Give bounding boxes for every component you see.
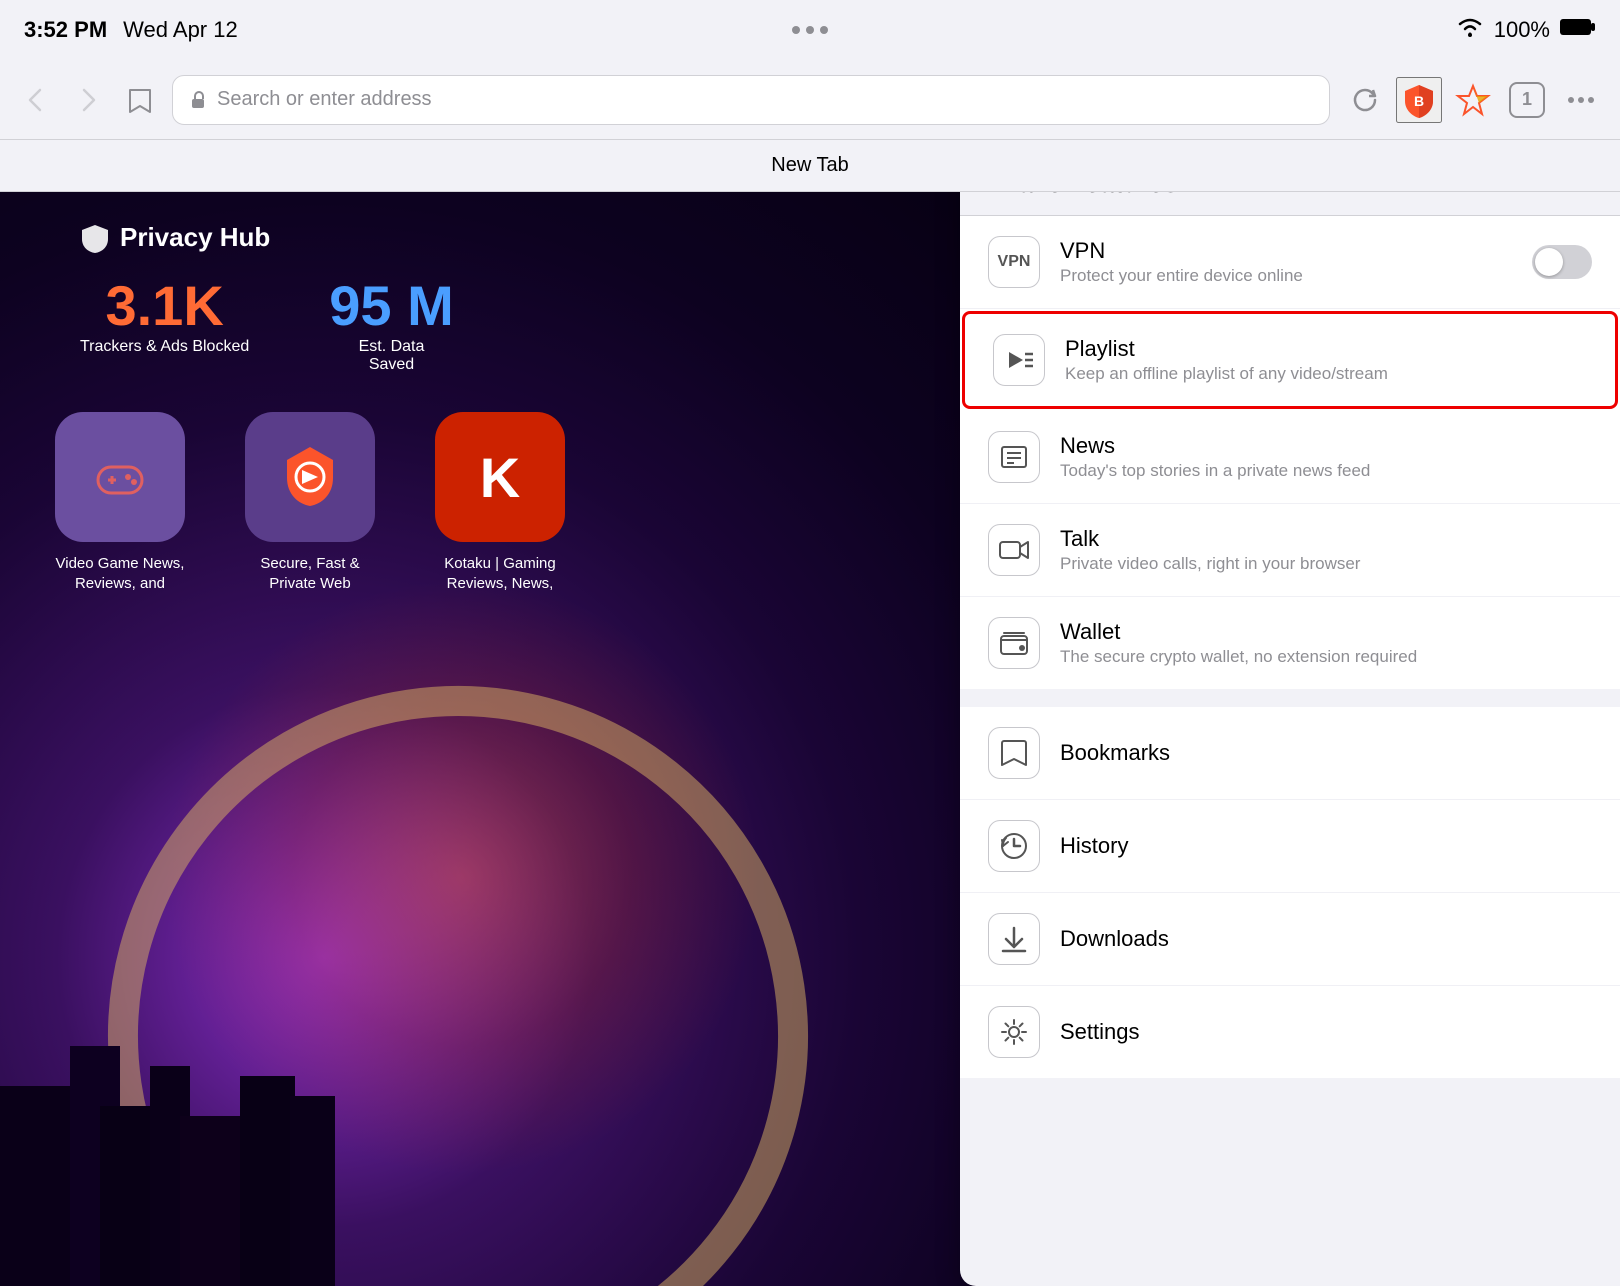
address-bar: Search or enter address B 1 (0, 60, 1620, 140)
brave-rewards-button[interactable] (1450, 77, 1496, 123)
settings-title: Settings (1060, 1019, 1592, 1045)
bookmark-label-2: Secure, Fast &Private Web (230, 554, 390, 593)
search-placeholder: Search or enter address (217, 88, 1313, 111)
playlist-text: Playlist Keep an offline playlist of any… (1065, 336, 1587, 384)
settings-text: Settings (1060, 1019, 1592, 1045)
back-button[interactable] (16, 80, 56, 120)
privacy-hub-title: Privacy Hub (80, 222, 454, 253)
menu-item-downloads[interactable]: Downloads (960, 893, 1620, 986)
browser-content: Privacy Hub 3.1K Trackers & Ads Blocked … (0, 192, 1080, 1286)
bookmark-item-1[interactable]: Video Game News, Reviews, and (40, 412, 200, 593)
stats-row: 3.1K Trackers & Ads Blocked 95 M Est. Da… (80, 273, 454, 374)
dot3 (820, 26, 828, 34)
status-date: Wed Apr 12 (123, 17, 238, 43)
general-section: Bookmarks History Downloads (960, 707, 1620, 1078)
talk-title: Talk (1060, 526, 1592, 552)
menu-item-vpn[interactable]: VPN VPN Protect your entire device onlin… (960, 216, 1620, 309)
section-divider (960, 689, 1620, 707)
menu-item-news[interactable]: News Today's top stories in a private ne… (960, 411, 1620, 504)
playlist-subtitle: Keep an offline playlist of any video/st… (1065, 364, 1587, 384)
history-title: History (1060, 833, 1592, 859)
news-text: News Today's top stories in a private ne… (1060, 433, 1592, 481)
menu-item-settings[interactable]: Settings (960, 986, 1620, 1078)
menu-item-talk[interactable]: Talk Private video calls, right in your … (960, 504, 1620, 597)
bookmark-icon-1 (55, 412, 185, 542)
talk-subtitle: Private video calls, right in your brows… (1060, 554, 1592, 574)
trackers-value: 3.1K (80, 273, 249, 338)
downloads-icon (988, 913, 1040, 965)
bookmarks-menu-title: Bookmarks (1060, 740, 1592, 766)
data-value: 95 M (329, 273, 454, 338)
wifi-icon (1456, 16, 1484, 44)
forward-button[interactable] (68, 80, 108, 120)
bookmark-item-3[interactable]: K Kotaku | Gaming Reviews, News, (420, 412, 580, 593)
news-icon (988, 431, 1040, 483)
wallet-text: Wallet The secure crypto wallet, no exte… (1060, 619, 1592, 667)
bookmark-label-1: Video Game News, Reviews, and (40, 554, 200, 593)
status-bar: 3:52 PM Wed Apr 12 100% (0, 0, 1620, 60)
settings-icon (988, 1006, 1040, 1058)
menu-item-bookmarks[interactable]: Bookmarks (960, 707, 1620, 800)
data-label: Est. DataSaved (329, 338, 454, 374)
vpn-subtitle: Protect your entire device online (1060, 266, 1512, 286)
privacy-hub: Privacy Hub 3.1K Trackers & Ads Blocked … (80, 222, 454, 374)
bookmarks-icon (988, 727, 1040, 779)
tab-count-button[interactable]: 1 (1504, 77, 1550, 123)
menu-item-playlist[interactable]: Playlist Keep an offline playlist of any… (962, 311, 1618, 409)
active-tab-label: New Tab (771, 154, 848, 177)
trackers-stat: 3.1K Trackers & Ads Blocked (80, 273, 249, 374)
vpn-title: VPN (1060, 238, 1512, 264)
bookmark-icon-2 (245, 412, 375, 542)
wallet-title: Wallet (1060, 619, 1592, 645)
tab-bar: New Tab (0, 140, 1620, 192)
bookmarks-nav-button[interactable] (120, 80, 160, 120)
menu-item-wallet[interactable]: Wallet The secure crypto wallet, no exte… (960, 597, 1620, 689)
talk-text: Talk Private video calls, right in your … (1060, 526, 1592, 574)
status-time: 3:52 PM (24, 17, 107, 43)
svg-text:B: B (1414, 93, 1424, 109)
bookmarks-menu-text: Bookmarks (1060, 740, 1592, 766)
reload-button[interactable] (1342, 77, 1388, 123)
menu-item-history[interactable]: History (960, 800, 1620, 893)
status-right: 100% (1456, 16, 1596, 44)
news-subtitle: Today's top stories in a private news fe… (1060, 461, 1592, 481)
bookmarks-row: Video Game News, Reviews, and Secure, Fa… (40, 412, 580, 593)
vpn-toggle[interactable] (1532, 245, 1592, 279)
history-icon (988, 820, 1040, 872)
downloads-text: Downloads (1060, 926, 1592, 952)
playlist-icon (993, 334, 1045, 386)
vpn-icon: VPN (988, 236, 1040, 288)
talk-icon (988, 524, 1040, 576)
history-text: History (1060, 833, 1592, 859)
tab-count: 1 (1509, 82, 1545, 118)
dropdown-menu: Brave Features VPN VPN Protect your enti… (960, 140, 1620, 1286)
battery-percent: 100% (1494, 17, 1550, 43)
vpn-text: VPN Protect your entire device online (1060, 238, 1512, 286)
dot1 (792, 26, 800, 34)
background-image: Privacy Hub 3.1K Trackers & Ads Blocked … (0, 192, 1080, 1286)
news-title: News (1060, 433, 1592, 459)
bookmark-label-3: Kotaku | Gaming Reviews, News, (420, 554, 580, 593)
bookmark-item-2[interactable]: Secure, Fast &Private Web (230, 412, 390, 593)
trackers-label: Trackers & Ads Blocked (80, 338, 249, 356)
bookmark-icon-3: K (435, 412, 565, 542)
search-bar[interactable]: Search or enter address (172, 75, 1330, 125)
wallet-icon (988, 617, 1040, 669)
dot2 (806, 26, 814, 34)
wallet-subtitle: The secure crypto wallet, no extension r… (1060, 647, 1592, 667)
lock-icon (189, 91, 207, 109)
brave-shield-button[interactable]: B (1396, 77, 1442, 123)
toolbar-right: B 1 (1342, 77, 1604, 123)
playlist-title: Playlist (1065, 336, 1587, 362)
brave-features-section: VPN VPN Protect your entire device onlin… (960, 216, 1620, 689)
city-silhouette (0, 986, 1080, 1286)
data-stat: 95 M Est. DataSaved (329, 273, 454, 374)
privacy-shield-icon (80, 223, 110, 253)
more-menu-button[interactable] (1558, 77, 1604, 123)
battery-icon (1560, 17, 1596, 43)
downloads-title: Downloads (1060, 926, 1592, 952)
